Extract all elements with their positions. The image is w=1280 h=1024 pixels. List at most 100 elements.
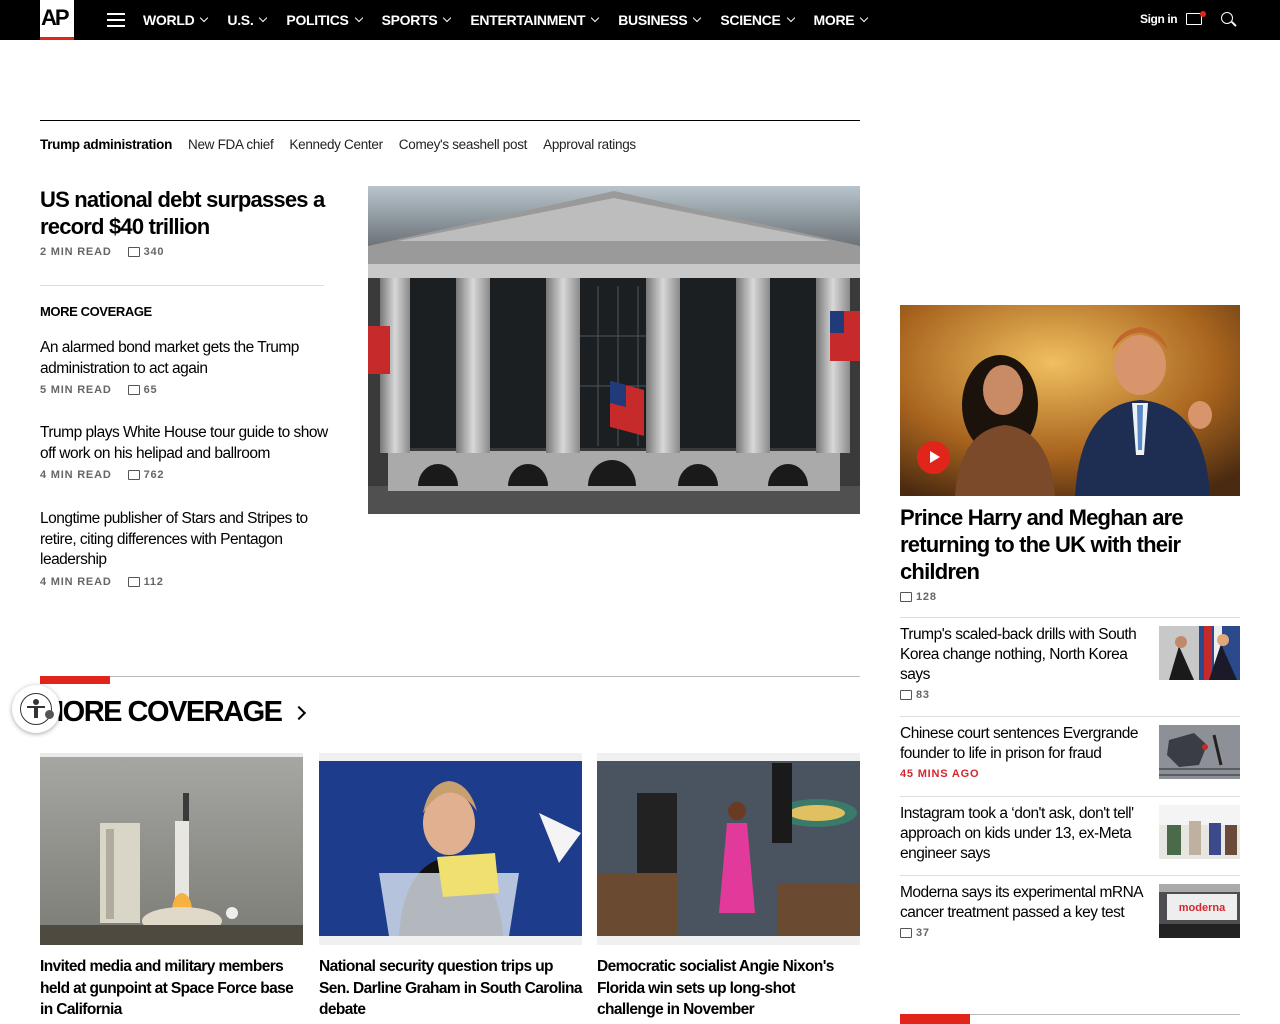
card-headline[interactable]: Invited media and military members held … [40, 956, 303, 1021]
section-divider [40, 676, 860, 677]
nav-item-politics[interactable]: POLITICS [286, 0, 363, 40]
divider [40, 285, 324, 286]
tag-new-fda-chief[interactable]: New FDA chief [188, 137, 274, 152]
coverage-card[interactable]: Invited media and military members held … [40, 753, 303, 1021]
story-headline[interactable]: An alarmed bond market gets the Trump ad… [40, 338, 340, 379]
comment-icon [127, 247, 140, 257]
divider [900, 796, 1240, 797]
story-thumbnail[interactable] [1159, 805, 1240, 859]
tag-comey-seashell[interactable]: Comey's seashell post [399, 137, 528, 152]
nav-item-science[interactable]: SCIENCE [720, 0, 795, 40]
story-headline[interactable]: Trump plays White House tour guide to sh… [40, 423, 340, 464]
top-navigation-bar: AP WORLD U.S. POLITICS SPORTS ENTERTAINM… [0, 0, 1280, 40]
read-time: 4 MIN READ [40, 469, 112, 481]
topic-tags: Trump administration New FDA chief Kenne… [40, 137, 652, 152]
tag-trump-administration[interactable]: Trump administration [40, 137, 172, 152]
story-thumbnail[interactable] [1159, 626, 1240, 680]
read-time: 2 MIN READ [40, 246, 112, 258]
sign-in-link[interactable]: Sign in [1140, 12, 1178, 26]
nav-item-business[interactable]: BUSINESS [618, 0, 702, 40]
side-story[interactable]: Chinese court sentences Evergrande found… [900, 724, 1150, 780]
chevron-down-icon [354, 13, 363, 23]
search-icon[interactable] [1221, 12, 1237, 28]
chevron-down-icon [200, 13, 209, 23]
divider [900, 716, 1240, 717]
related-story[interactable]: Trump plays White House tour guide to sh… [40, 423, 340, 481]
card-image[interactable] [319, 753, 582, 945]
related-story[interactable]: Longtime publisher of Stars and Stripes … [40, 509, 340, 588]
notification-dot [1200, 11, 1206, 17]
chevron-down-icon [590, 13, 600, 23]
comment-count[interactable]: 762 [144, 469, 165, 481]
lead-meta: 2 MIN READ 340 [40, 246, 164, 258]
read-time: 4 MIN READ [40, 575, 112, 588]
hamburger-menu-icon[interactable] [107, 13, 125, 27]
read-time: 5 MIN READ [40, 384, 112, 396]
accessibility-icon[interactable] [12, 685, 60, 733]
comment-icon [127, 470, 140, 480]
comment-icon [900, 690, 912, 700]
lead-headline[interactable]: US national debt surpasses a record $40 … [40, 186, 340, 240]
lead-image[interactable] [368, 186, 860, 514]
logo-text: AP [41, 5, 70, 30]
nav-item-us[interactable]: U.S. [227, 0, 268, 40]
story-headline[interactable]: Longtime publisher of Stars and Stripes … [40, 509, 340, 571]
comment-count[interactable]: 128 [916, 591, 937, 603]
story-thumbnail[interactable] [1159, 725, 1240, 779]
comment-icon [127, 385, 140, 395]
story-headline[interactable]: Instagram took a ‘don't ask, don't tell'… [900, 804, 1150, 864]
comment-count[interactable]: 65 [144, 384, 158, 396]
play-icon[interactable] [917, 441, 950, 474]
section-accent [900, 1014, 970, 1024]
tag-approval-ratings[interactable]: Approval ratings [543, 137, 636, 152]
story-headline[interactable]: Trump's scaled-back drills with South Ko… [900, 625, 1150, 685]
nav-item-more[interactable]: MORE [814, 0, 869, 40]
story-headline[interactable]: Chinese court sentences Evergrande found… [900, 724, 1150, 764]
more-coverage-label: MORE COVERAGE [40, 304, 152, 319]
feature-headline[interactable]: Prince Harry and Meghan are returning to… [900, 504, 1240, 585]
comment-count[interactable]: 340 [144, 246, 165, 258]
story-thumbnail[interactable]: moderna [1159, 884, 1240, 938]
story-meta: 37 [900, 927, 1150, 939]
divider [900, 875, 1240, 876]
card-headline[interactable]: Democratic socialist Angie Nixon's Flori… [597, 956, 860, 1021]
tag-kennedy-center[interactable]: Kennedy Center [289, 137, 383, 152]
side-story[interactable]: Instagram took a ‘don't ask, don't tell'… [900, 804, 1150, 868]
card-headline[interactable]: National security question trips up Sen.… [319, 956, 582, 1021]
nav-item-entertainment[interactable]: ENTERTAINMENT [470, 0, 600, 40]
card-image[interactable] [597, 753, 860, 945]
comment-count[interactable]: 37 [916, 927, 930, 939]
comment-icon [900, 928, 912, 938]
story-meta: 5 MIN READ 65 [40, 384, 340, 396]
section-title[interactable]: MORE COVERAGE [40, 694, 306, 730]
story-meta: 4 MIN READ 762 [40, 469, 340, 481]
story-meta: 83 [900, 689, 1150, 701]
feature-meta: 128 [900, 591, 937, 603]
section-title-text: MORE COVERAGE [40, 696, 283, 728]
chevron-down-icon [259, 13, 268, 23]
ap-logo[interactable]: AP [40, 0, 74, 40]
side-story[interactable]: Moderna says its experimental mRNA cance… [900, 883, 1150, 939]
coverage-card[interactable]: National security question trips up Sen.… [319, 753, 582, 1021]
card-image[interactable] [40, 753, 303, 945]
feature-video-thumbnail[interactable] [900, 305, 1240, 496]
chevron-down-icon [443, 13, 452, 23]
comment-count[interactable]: 112 [144, 576, 164, 588]
comment-icon [127, 576, 140, 587]
chevron-right-icon [291, 705, 306, 721]
timestamp: 45 MINS AGO [900, 768, 980, 780]
nav-item-sports[interactable]: SPORTS [382, 0, 452, 40]
section-accent [40, 676, 110, 684]
chevron-down-icon [693, 13, 702, 23]
story-headline[interactable]: Moderna says its experimental mRNA cance… [900, 883, 1150, 923]
comments-icon[interactable] [1186, 11, 1206, 28]
comment-count[interactable]: 83 [916, 689, 930, 701]
nav-item-world[interactable]: WORLD [143, 0, 209, 40]
divider [40, 120, 860, 121]
story-meta: 45 MINS AGO [900, 768, 1150, 780]
side-story[interactable]: Trump's scaled-back drills with South Ko… [900, 625, 1150, 701]
coverage-card[interactable]: Democratic socialist Angie Nixon's Flori… [597, 753, 860, 1021]
related-story[interactable]: An alarmed bond market gets the Trump ad… [40, 338, 340, 396]
chevron-down-icon [786, 13, 795, 23]
story-meta: 4 MIN READ 112 [40, 576, 340, 588]
